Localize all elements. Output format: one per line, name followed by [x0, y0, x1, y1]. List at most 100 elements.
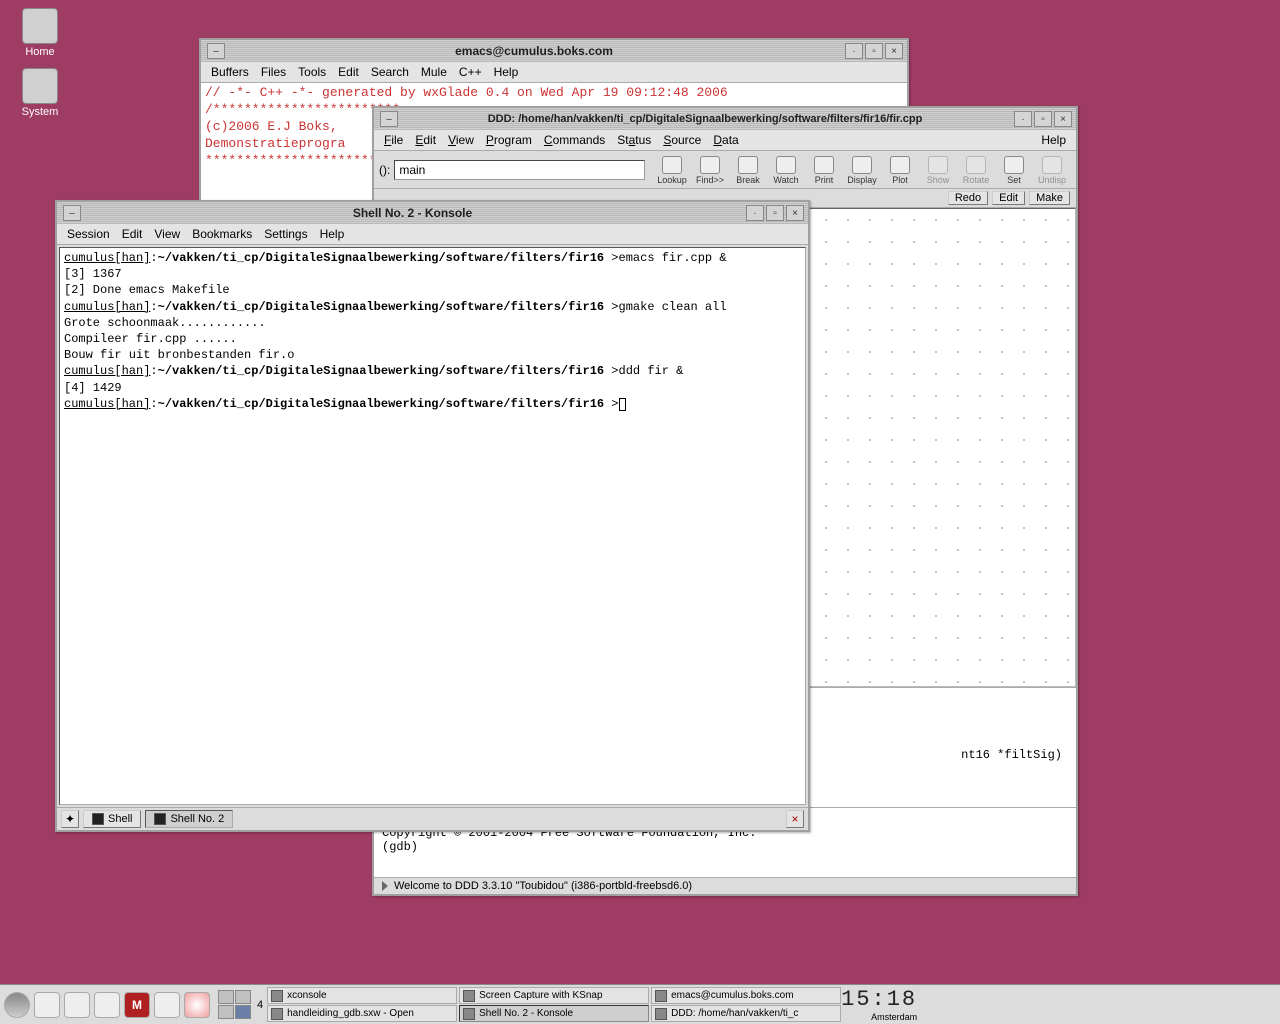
terminal-line: cumulus[han]:~/vakken/ti_cp/DigitaleSign…	[64, 363, 801, 379]
desktop-icon-label: Home	[10, 46, 70, 58]
menu-tools[interactable]: Tools	[294, 64, 330, 80]
menu-help[interactable]: Help	[316, 226, 349, 242]
edit-button[interactable]: Edit	[992, 191, 1025, 205]
source-fragment: nt16 *filtSig)	[961, 748, 1062, 762]
konsole-tab-shell-2[interactable]: Shell No. 2	[145, 810, 233, 828]
konsole-title: Shell No. 2 - Konsole	[81, 206, 744, 220]
make-button[interactable]: Make	[1029, 191, 1070, 205]
menu-data[interactable]: Data	[709, 132, 742, 148]
terminal-line: cumulus[han]:~/vakken/ti_cp/DigitaleSign…	[64, 396, 801, 412]
ddd-tool-display[interactable]: Display	[843, 154, 881, 185]
gnu-icon[interactable]	[154, 992, 180, 1018]
taskbar-task[interactable]: DDD: /home/han/vakken/ti_c	[651, 1005, 841, 1022]
system-icon	[22, 68, 58, 104]
menu-mule[interactable]: Mule	[417, 64, 451, 80]
window-menu-button[interactable]: –	[207, 43, 225, 59]
konsole-terminal[interactable]: cumulus[han]:~/vakken/ti_cp/DigitaleSign…	[59, 247, 806, 805]
menu-files[interactable]: Files	[257, 64, 290, 80]
terminal-line: [2] Done emacs Makefile	[64, 282, 801, 298]
menu-cpp[interactable]: C++	[455, 64, 486, 80]
ddd-tool-watch[interactable]: Watch	[767, 154, 805, 185]
desktop-home-icon[interactable]: Home	[10, 8, 70, 58]
app-m-icon[interactable]: M	[124, 992, 150, 1018]
ddd-tool-print[interactable]: Print	[805, 154, 843, 185]
konsole-window: – Shell No. 2 - Konsole · ▫ × Session Ed…	[55, 200, 810, 832]
ddd-menubar: File Edit View Program Commands Status S…	[374, 130, 1076, 151]
menu-edit[interactable]: Edit	[411, 132, 440, 148]
clock-time: 15:18	[841, 987, 917, 1012]
menu-edit[interactable]: Edit	[334, 64, 363, 80]
lifebuoy-icon[interactable]	[184, 992, 210, 1018]
shell-launcher-icon[interactable]	[94, 992, 120, 1018]
desktop-system-icon[interactable]: System	[10, 68, 70, 118]
pager-desktop-3[interactable]	[218, 1005, 234, 1019]
emacs-menubar: Buffers Files Tools Edit Search Mule C++…	[201, 62, 907, 83]
terminal-line: Bouw fir uit bronbestanden fir.o	[64, 347, 801, 363]
terminal-icon	[154, 813, 166, 825]
window-menu-button[interactable]: –	[380, 111, 398, 127]
bookmarks-icon[interactable]	[34, 992, 60, 1018]
pager-desktop-1[interactable]	[218, 990, 234, 1004]
maximize-button[interactable]: ▫	[865, 43, 883, 59]
window-menu-button[interactable]: –	[63, 205, 81, 221]
menu-help[interactable]: Help	[490, 64, 523, 80]
close-tab-button[interactable]: ×	[786, 810, 804, 828]
konsole-menubar: Session Edit View Bookmarks Settings Hel…	[57, 224, 808, 245]
menu-program[interactable]: Program	[482, 132, 536, 148]
terminal-line: cumulus[han]:~/vakken/ti_cp/DigitaleSign…	[64, 299, 801, 315]
new-tab-button[interactable]: ✦	[61, 810, 79, 828]
konsole-tab-shell[interactable]: Shell	[83, 810, 141, 828]
menu-file[interactable]: File	[380, 132, 407, 148]
ddd-tool-find[interactable]: Find>>	[691, 154, 729, 185]
menu-status[interactable]: Status	[613, 132, 655, 148]
menu-buffers[interactable]: Buffers	[207, 64, 253, 80]
ddd-title: DDD: /home/han/vakken/ti_cp/DigitaleSign…	[398, 113, 1012, 125]
taskbar-task[interactable]: Shell No. 2 - Konsole	[459, 1005, 649, 1022]
menu-edit[interactable]: Edit	[118, 226, 147, 242]
status-text: Welcome to DDD 3.3.10 "Toubidou" (i386-p…	[394, 880, 692, 892]
ddd-argument-input[interactable]	[394, 160, 645, 180]
terminal-line: [4] 1429	[64, 380, 801, 396]
taskbar-task[interactable]: Screen Capture with KSnap	[459, 987, 649, 1004]
ddd-tool-set[interactable]: Set	[995, 154, 1033, 185]
redo-button[interactable]: Redo	[948, 191, 988, 205]
menu-settings[interactable]: Settings	[260, 226, 311, 242]
emacs-titlebar[interactable]: – emacs@cumulus.boks.com · ▫ ×	[201, 40, 907, 62]
terminal-line: [3] 1367	[64, 266, 801, 282]
menu-search[interactable]: Search	[367, 64, 413, 80]
menu-help[interactable]: Help	[1037, 132, 1070, 148]
close-button[interactable]: ×	[1054, 111, 1072, 127]
home-launcher-icon[interactable]	[64, 992, 90, 1018]
close-button[interactable]: ×	[885, 43, 903, 59]
menu-session[interactable]: Session	[63, 226, 114, 242]
taskbar-task[interactable]: handleiding_gdb.sxw - Open	[267, 1005, 457, 1022]
kmenu-button[interactable]	[4, 992, 30, 1018]
pager-desktop-4[interactable]	[235, 1005, 251, 1019]
tab-label: Shell	[108, 813, 132, 825]
close-button[interactable]: ×	[786, 205, 804, 221]
menu-source[interactable]: Source	[659, 132, 705, 148]
clock[interactable]: 15:18 Amsterdam	[841, 987, 923, 1022]
taskbar-task[interactable]: emacs@cumulus.boks.com	[651, 987, 841, 1004]
terminal-icon	[92, 813, 104, 825]
ddd-tool-lookup[interactable]: Lookup	[653, 154, 691, 185]
ddd-tool-undisp: Undisp	[1033, 154, 1071, 185]
terminal-line: cumulus[han]:~/vakken/ti_cp/DigitaleSign…	[64, 250, 801, 266]
menu-commands[interactable]: Commands	[540, 132, 609, 148]
ddd-tool-plot[interactable]: Plot	[881, 154, 919, 185]
taskbar: M 4 xconsolehandleiding_gdb.sxw - OpenSc…	[0, 984, 1280, 1024]
ddd-tool-break[interactable]: Break	[729, 154, 767, 185]
pager-desktop-2[interactable]	[235, 990, 251, 1004]
minimize-button[interactable]: ·	[746, 205, 764, 221]
menu-view[interactable]: View	[444, 132, 478, 148]
maximize-button[interactable]: ▫	[1034, 111, 1052, 127]
desktop-pager[interactable]	[218, 990, 251, 1019]
minimize-button[interactable]: ·	[1014, 111, 1032, 127]
ddd-titlebar[interactable]: – DDD: /home/han/vakken/ti_cp/DigitaleSi…	[374, 108, 1076, 130]
taskbar-task[interactable]: xconsole	[267, 987, 457, 1004]
menu-view[interactable]: View	[150, 226, 184, 242]
maximize-button[interactable]: ▫	[766, 205, 784, 221]
konsole-titlebar[interactable]: – Shell No. 2 - Konsole · ▫ ×	[57, 202, 808, 224]
menu-bookmarks[interactable]: Bookmarks	[188, 226, 256, 242]
minimize-button[interactable]: ·	[845, 43, 863, 59]
